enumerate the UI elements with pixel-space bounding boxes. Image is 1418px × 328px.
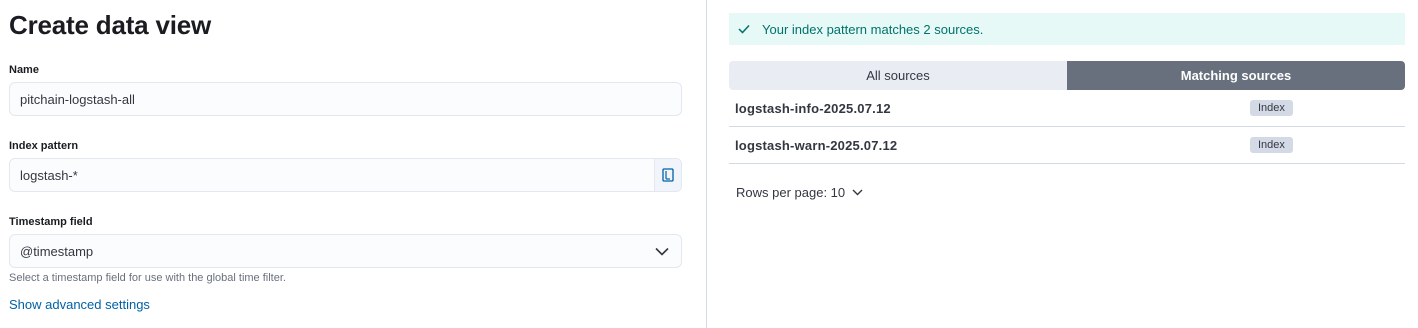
index-badge: Index: [1250, 137, 1293, 153]
name-field-value: pitchain-logstash-all: [20, 91, 135, 107]
index-pattern-label: Index pattern: [9, 140, 79, 152]
create-data-view-form: Create data view Name pitchain-logstash-…: [0, 0, 706, 328]
timestamp-value: @timestamp: [20, 243, 94, 259]
tab-matching-sources[interactable]: Matching sources: [1067, 61, 1405, 90]
table-row: logstash-info-2025.07.12 Index: [729, 90, 1405, 127]
source-name: logstash-warn-2025.07.12: [735, 137, 898, 153]
index-badge: Index: [1250, 100, 1293, 116]
sources-table: logstash-info-2025.07.12 Index logstash-…: [729, 90, 1405, 164]
source-tabs: All sources Matching sources: [729, 61, 1405, 90]
book-icon[interactable]: [654, 159, 681, 191]
page-title: Create data view: [9, 10, 212, 40]
table-row: logstash-warn-2025.07.12 Index: [729, 127, 1405, 164]
callout-text: Your index pattern matches 2 sources.: [762, 21, 984, 37]
name-field[interactable]: pitchain-logstash-all: [9, 82, 682, 116]
timestamp-label: Timestamp field: [9, 216, 93, 228]
index-pattern-field[interactable]: logstash-*: [9, 158, 682, 192]
rows-per-page-label: Rows per page: 10: [736, 185, 846, 200]
rows-per-page-button[interactable]: Rows per page: 10: [736, 185, 863, 200]
source-name: logstash-info-2025.07.12: [735, 100, 891, 116]
show-advanced-settings-link[interactable]: Show advanced settings: [9, 297, 150, 312]
timestamp-select[interactable]: @timestamp: [9, 234, 682, 268]
name-label: Name: [9, 64, 39, 76]
index-pattern-value: logstash-*: [20, 167, 78, 183]
match-callout: Your index pattern matches 2 sources.: [729, 13, 1405, 45]
index-preview-panel: Your index pattern matches 2 sources. Al…: [707, 0, 1418, 328]
chevron-down-icon: [852, 189, 863, 196]
tab-all-sources[interactable]: All sources: [729, 61, 1067, 90]
check-icon: [738, 24, 752, 34]
chevron-down-icon[interactable]: [647, 247, 677, 256]
timestamp-help-text: Select a timestamp field for use with th…: [9, 272, 286, 284]
